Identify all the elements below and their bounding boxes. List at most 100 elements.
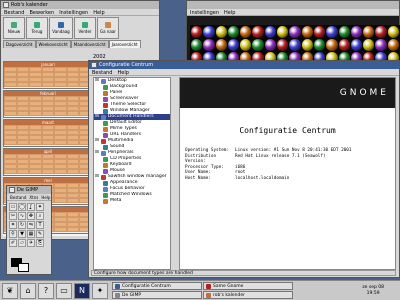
game-ball[interactable] bbox=[363, 26, 375, 38]
expander-icon[interactable]: ⊟ bbox=[95, 174, 99, 180]
crop-icon[interactable]: ⌗ bbox=[9, 221, 17, 229]
game-ball[interactable] bbox=[277, 26, 289, 38]
blend-icon[interactable]: ▦ bbox=[27, 230, 35, 238]
game-ball[interactable] bbox=[191, 26, 203, 38]
game-ball[interactable] bbox=[338, 26, 350, 38]
game-ball[interactable] bbox=[289, 26, 301, 38]
day-cell[interactable] bbox=[4, 169, 17, 174]
ball-grid[interactable] bbox=[190, 25, 400, 65]
day-cell[interactable] bbox=[54, 111, 67, 116]
back-button[interactable]: Terug bbox=[26, 17, 48, 39]
forward-button[interactable]: Verder bbox=[74, 17, 96, 39]
bezier-icon[interactable]: ∿ bbox=[18, 212, 26, 220]
control-center-titlebar[interactable]: Configuratie Centrum bbox=[89, 61, 399, 69]
menu-bestand[interactable]: Bestand bbox=[92, 70, 112, 76]
today-button[interactable]: Vandaag bbox=[49, 17, 73, 39]
color-swatches[interactable] bbox=[11, 258, 31, 272]
lasso-icon[interactable]: ʆ bbox=[27, 203, 35, 211]
day-cell[interactable] bbox=[29, 111, 42, 116]
menu-xtns[interactable]: Xtns bbox=[29, 195, 38, 200]
day-cell[interactable] bbox=[54, 227, 67, 232]
calendar-titlebar[interactable]: Rob's kalender bbox=[1, 1, 159, 9]
clone-icon[interactable]: ⎘ bbox=[36, 239, 44, 247]
star-icon[interactable]: ✦ bbox=[92, 282, 108, 299]
task-same-gnome[interactable]: Same Gnome bbox=[203, 282, 293, 290]
game-ball[interactable] bbox=[240, 26, 252, 38]
day-cell[interactable] bbox=[29, 140, 42, 145]
flip-icon[interactable]: ⇋ bbox=[27, 221, 35, 229]
day-cell[interactable] bbox=[54, 82, 67, 87]
text-icon[interactable]: T bbox=[36, 221, 44, 229]
game-ball[interactable] bbox=[227, 39, 240, 51]
game-ball[interactable] bbox=[277, 39, 289, 51]
expander-icon[interactable]: ⊟ bbox=[95, 114, 99, 120]
move-icon[interactable]: ✥ bbox=[27, 212, 35, 220]
menu-instellingen[interactable]: Instellingen bbox=[190, 10, 219, 16]
day-cell[interactable] bbox=[4, 82, 17, 87]
day-cell[interactable] bbox=[16, 82, 30, 87]
day-cell[interactable] bbox=[41, 82, 55, 87]
tab-month[interactable]: Maandoverzicht bbox=[70, 40, 109, 48]
task-control-center[interactable]: Configuratie Centrum bbox=[112, 282, 202, 290]
task-gimp[interactable]: De GIMP bbox=[112, 291, 202, 299]
game-ball[interactable] bbox=[350, 26, 363, 38]
day-cell[interactable] bbox=[29, 169, 42, 174]
game-ball[interactable] bbox=[252, 39, 264, 51]
color-picker-icon[interactable]: ⚲ bbox=[9, 230, 17, 238]
menu-help[interactable]: Help bbox=[93, 10, 104, 16]
terminal-icon[interactable]: ▭ bbox=[56, 282, 72, 299]
expander-icon[interactable]: ⊟ bbox=[95, 150, 99, 156]
window-menu-icon[interactable] bbox=[91, 62, 97, 68]
game-ball[interactable] bbox=[289, 39, 301, 51]
menu-help[interactable]: Help bbox=[117, 70, 128, 76]
game-ball[interactable] bbox=[264, 26, 277, 38]
day-cell[interactable] bbox=[16, 169, 30, 174]
game-ball[interactable] bbox=[338, 39, 350, 51]
day-cell[interactable] bbox=[66, 198, 80, 203]
day-cell[interactable] bbox=[54, 198, 67, 203]
transform-icon[interactable]: ↻ bbox=[18, 221, 26, 229]
clock[interactable]: ze sep 08 19:59 bbox=[362, 285, 384, 297]
day-cell[interactable] bbox=[16, 140, 30, 145]
day-cell[interactable] bbox=[41, 169, 55, 174]
brush-icon[interactable]: ✐ bbox=[9, 239, 17, 247]
day-cell[interactable] bbox=[66, 140, 80, 145]
day-cell[interactable] bbox=[66, 169, 80, 174]
game-ball[interactable] bbox=[203, 39, 215, 51]
day-cell[interactable] bbox=[41, 111, 55, 116]
day-cell[interactable] bbox=[29, 82, 42, 87]
game-ball[interactable] bbox=[252, 26, 264, 38]
menu-bewerken[interactable]: Bewerken bbox=[29, 10, 54, 16]
task-calendar[interactable]: rob's kalender bbox=[203, 291, 293, 299]
window-menu-icon[interactable] bbox=[3, 2, 9, 8]
expander-icon[interactable]: ⊟ bbox=[95, 78, 99, 84]
tab-year[interactable]: Jaaroverzicht bbox=[108, 40, 141, 48]
gnome-foot-icon[interactable]: ❦ bbox=[2, 282, 18, 299]
magnify-icon[interactable]: ⌕ bbox=[36, 212, 44, 220]
game-ball[interactable] bbox=[301, 26, 313, 38]
rect-select-icon[interactable]: ▭ bbox=[9, 203, 17, 211]
game-ball[interactable] bbox=[350, 39, 363, 51]
game-ball[interactable] bbox=[326, 26, 338, 38]
day-cell[interactable] bbox=[54, 140, 67, 145]
month-calendar[interactable]: maart bbox=[3, 119, 93, 147]
tab-week[interactable]: Weekoverzicht bbox=[35, 40, 71, 48]
game-ball[interactable] bbox=[227, 26, 240, 38]
netscape-icon[interactable]: N bbox=[74, 282, 90, 299]
month-calendar[interactable]: april bbox=[3, 148, 93, 176]
game-ball[interactable] bbox=[301, 39, 313, 51]
menu-bestand[interactable]: Bestand bbox=[4, 10, 24, 16]
expander-icon[interactable]: ⊟ bbox=[95, 138, 99, 144]
menu-bestand[interactable]: Bestand bbox=[10, 195, 26, 200]
game-ball[interactable] bbox=[313, 26, 326, 38]
game-ball[interactable] bbox=[215, 39, 227, 51]
game-ball[interactable] bbox=[191, 39, 203, 51]
menu-instellingen[interactable]: Instellingen bbox=[59, 10, 88, 16]
tree-item[interactable]: Meta bbox=[94, 198, 170, 204]
pencil-icon[interactable]: ✎ bbox=[36, 230, 44, 238]
month-calendar[interactable]: februari bbox=[3, 90, 93, 118]
bucket-icon[interactable]: ▼ bbox=[18, 230, 26, 238]
menu-help[interactable]: Help bbox=[41, 195, 50, 200]
help-icon[interactable]: ? bbox=[38, 282, 54, 299]
new-button[interactable]: Nieuw bbox=[3, 17, 25, 39]
